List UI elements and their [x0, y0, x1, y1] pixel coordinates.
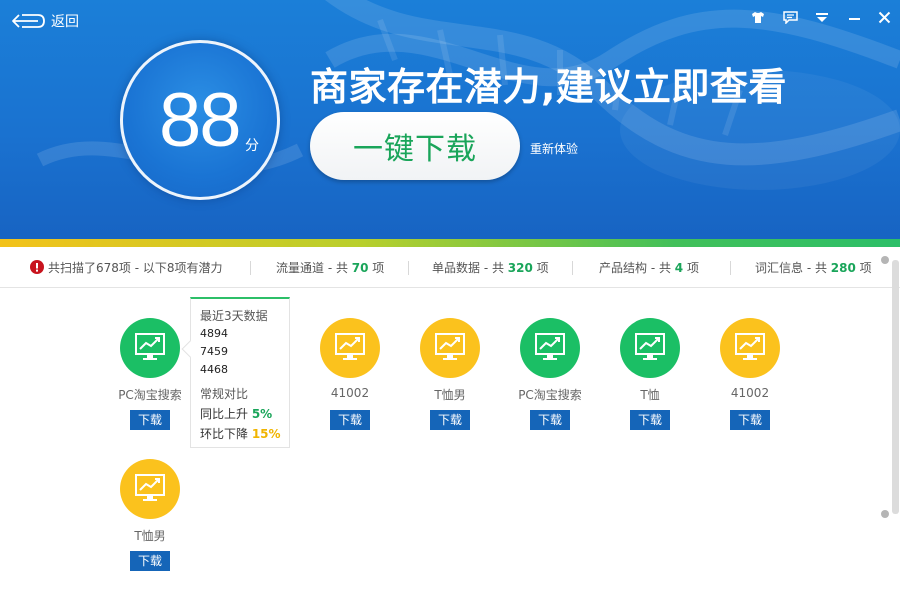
download-button[interactable]: 下载 — [630, 410, 670, 430]
grid-item: 41002 下载 — [700, 318, 800, 458]
score-unit: 分 — [245, 138, 259, 154]
skin-icon — [752, 11, 764, 23]
menu-button[interactable] — [813, 8, 831, 26]
minimize-icon — [848, 17, 860, 20]
divider — [730, 261, 731, 275]
grid-item: T恤 下载 — [600, 318, 700, 458]
trend-chart-icon[interactable] — [720, 318, 780, 378]
grid-item: PC淘宝搜索 下载 — [500, 318, 600, 458]
score-value: 88 — [159, 78, 242, 163]
trend-chart-icon[interactable] — [420, 318, 480, 378]
item-name: PC淘宝搜索 — [118, 388, 182, 402]
divider — [250, 261, 251, 275]
close-icon — [878, 11, 890, 23]
tooltip-title: 最近3天数据 — [200, 309, 268, 323]
tooltip-compare-title: 常规对比 — [200, 387, 249, 401]
skin-button[interactable] — [749, 8, 767, 26]
download-button[interactable]: 下载 — [330, 410, 370, 430]
message-icon — [782, 10, 798, 24]
close-button[interactable] — [875, 8, 893, 26]
download-button[interactable]: 下载 — [530, 410, 570, 430]
download-button[interactable]: 下载 — [430, 410, 470, 430]
item-name: 41002 — [330, 386, 370, 400]
headline: 商家存在潜力,建议立即查看 — [310, 65, 787, 109]
divider — [408, 261, 409, 275]
stats-bar: 共扫描了678项 - 以下8项有潜力 流量通道 - 共 70 项 单品数据 - … — [0, 247, 900, 288]
tooltip-value: 4468 — [200, 363, 228, 376]
item-name: 41002 — [730, 386, 770, 400]
item-name: T恤 — [640, 388, 660, 402]
progress-stripe — [0, 239, 900, 247]
one-click-download-button[interactable]: 一键下载 — [310, 112, 520, 180]
stat-traffic-channel: 流量通道 - 共 70 项 — [276, 261, 385, 275]
tooltip-yoy: 同比上升 5% — [200, 407, 273, 421]
stat-product-data: 单品数据 - 共 320 项 — [432, 261, 549, 275]
tooltip-mom: 环比下降 15% — [200, 427, 281, 441]
download-button[interactable]: 下载 — [130, 551, 170, 571]
download-button-label: 一键下载 — [353, 132, 477, 167]
download-button[interactable]: 下载 — [130, 410, 170, 430]
scroll-up-dot[interactable] — [881, 256, 889, 264]
score-circle: 88 分 — [120, 40, 280, 200]
back-button[interactable]: 返回 — [10, 10, 79, 32]
item-name: T恤男 — [134, 529, 166, 543]
header-banner: 返回 88 分 商家存在潜力,建议立即查看 一键下载 重新体验 — [0, 0, 900, 242]
retry-link[interactable]: 重新体验 — [530, 140, 578, 157]
tooltip-value: 4894 — [200, 327, 228, 340]
grid-item: PC淘宝搜索 下载 — [100, 318, 200, 458]
scan-summary: 共扫描了678项 - 以下8项有潜力 — [48, 261, 223, 275]
data-tooltip: 最近3天数据 4894 7459 4468 常规对比 同比上升 5% 环比下降 … — [181, 297, 290, 448]
trend-chart-icon[interactable] — [620, 318, 680, 378]
app-window: 返回 88 分 商家存在潜力,建议立即查看 一键下载 重新体验 共扫描了678项… — [0, 0, 900, 600]
trend-chart-icon[interactable] — [120, 318, 180, 378]
download-button[interactable]: 下载 — [730, 410, 770, 430]
message-button[interactable] — [781, 8, 799, 26]
scroll-down-dot[interactable] — [881, 510, 889, 518]
trend-chart-icon[interactable] — [320, 318, 380, 378]
stat-product-structure: 产品结构 - 共 4 项 — [599, 261, 699, 275]
warning-icon — [30, 260, 44, 274]
divider — [572, 261, 573, 275]
scrollbar[interactable] — [892, 260, 899, 514]
grid-item: T恤男 下载 — [400, 318, 500, 458]
back-arrow-icon — [12, 14, 45, 28]
grid-item: T恤男 下载 — [100, 459, 200, 599]
menu-icon — [816, 12, 828, 22]
minimize-button[interactable] — [845, 8, 863, 26]
stat-keyword-info: 词汇信息 - 共 280 项 — [755, 261, 872, 275]
tooltip-value: 7459 — [200, 345, 228, 358]
back-label: 返回 — [51, 14, 79, 30]
item-name: PC淘宝搜索 — [518, 388, 582, 402]
item-name: T恤男 — [434, 388, 466, 402]
trend-chart-icon[interactable] — [520, 318, 580, 378]
grid-item: 41002 下载 — [300, 318, 400, 458]
trend-chart-icon[interactable] — [120, 459, 180, 519]
